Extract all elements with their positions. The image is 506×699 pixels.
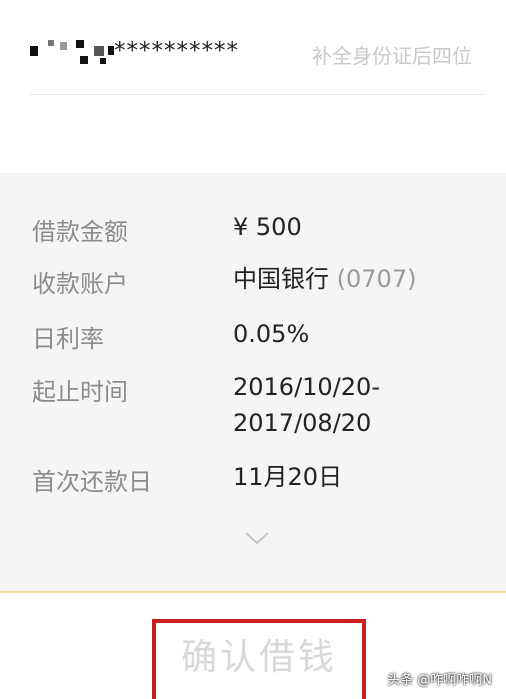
detail-value: 0.05% <box>233 320 310 348</box>
confirm-borrow-button[interactable]: 确认借钱 <box>152 619 366 699</box>
detail-value: 中国银行 (0707) <box>233 260 416 298</box>
identity-section: ********** <box>0 0 506 173</box>
detail-value-end: 2017/08/20 <box>233 409 372 437</box>
action-area: 确认借钱 头条 @咋啊咋啊N <box>0 593 506 699</box>
id-card-row: ********** <box>30 28 506 95</box>
chevron-down-icon[interactable] <box>243 529 271 547</box>
watermark: 头条 @咋啊咋啊N <box>387 673 492 688</box>
detail-label: 首次还款日 <box>32 468 152 496</box>
loan-details-panel: 借款金额 ¥ 500 收款账户 中国银行 (0707) 日利率 0.05% 起止… <box>0 173 506 592</box>
confirm-borrow-label: 确认借钱 <box>180 637 337 678</box>
detail-value: ¥ 500 <box>233 213 302 241</box>
detail-value: 11月20日 <box>233 463 343 491</box>
bank-name: 中国银行 <box>233 265 329 293</box>
masked-id-number: ********** <box>114 38 239 64</box>
detail-label: 起止时间 <box>32 378 128 406</box>
detail-value-start: 2016/10/20- <box>233 373 380 401</box>
detail-label: 收款账户 <box>32 270 128 298</box>
account-suffix: (0707) <box>336 265 417 293</box>
detail-label: 借款金额 <box>32 218 128 246</box>
detail-label: 日利率 <box>32 325 104 353</box>
id-last-four-input[interactable] <box>312 40 506 72</box>
pixelated-id-prefix <box>30 40 114 68</box>
